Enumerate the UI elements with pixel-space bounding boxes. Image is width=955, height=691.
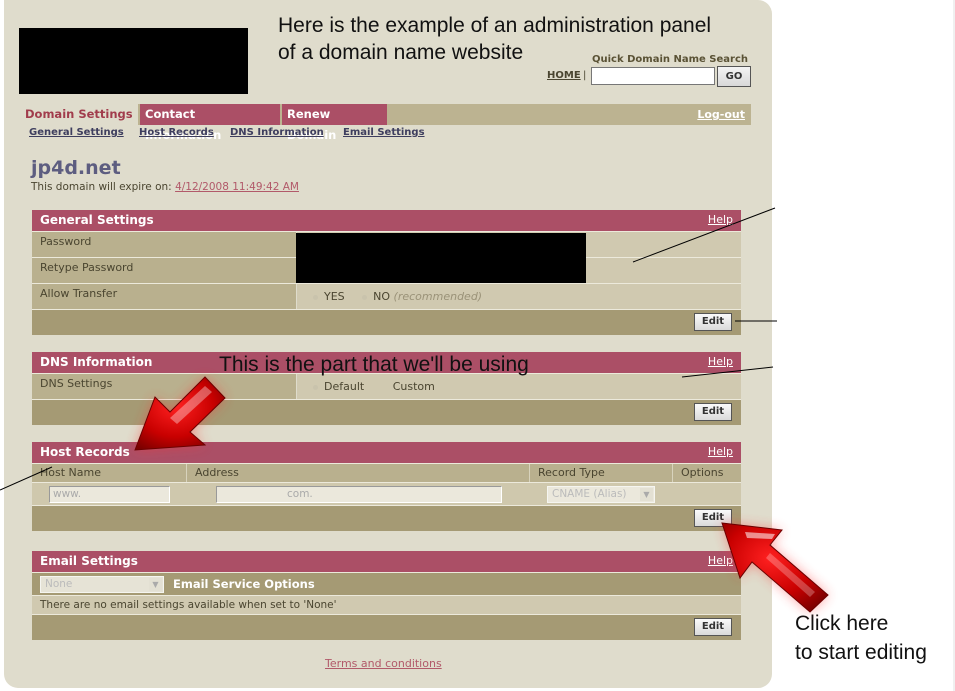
expiration-info: This domain will expire on: 4/12/2008 11… <box>31 181 299 193</box>
allow-transfer-options: YES NO (recommended) <box>297 284 741 309</box>
recommended-note: (recommended) <box>393 290 483 303</box>
column-address: Address <box>187 464 530 482</box>
annotation-top-line1: Here is the example of an administration… <box>278 14 712 37</box>
annotation-middle: This is the part that we'll be using <box>219 353 529 376</box>
record-type-select[interactable]: CNAME (Alias) ▼ <box>547 486 655 503</box>
general-settings-edit-button[interactable]: Edit <box>694 313 732 331</box>
general-settings-title: General Settings <box>40 213 154 227</box>
no-radio[interactable] <box>362 294 368 300</box>
host-records-footer: Edit <box>32 505 741 531</box>
annotation-bottom-line1: Click here <box>795 612 889 635</box>
subnav-host-records[interactable]: Host Records <box>139 127 214 138</box>
logout-link[interactable]: Log-out <box>697 104 745 125</box>
column-options: Options <box>681 466 724 479</box>
host-records-title: Host Records <box>40 445 130 459</box>
address-input[interactable]: com. <box>216 486 502 503</box>
column-record-type: Record Type <box>530 464 673 482</box>
host-records-column-headers: Host Name Address Record Type Options <box>32 463 741 482</box>
tab-contact-information[interactable]: Contact Information <box>140 104 280 142</box>
email-service-options-label: Email Service Options <box>173 577 315 591</box>
allow-transfer-label: Allow Transfer <box>32 284 296 309</box>
expire-prefix: This domain will expire on: <box>31 181 172 193</box>
retype-password-label: Retype Password <box>32 258 296 283</box>
chevron-down-icon: ▼ <box>640 488 653 501</box>
dns-information-footer: Edit <box>32 399 741 425</box>
domain-search-input[interactable] <box>591 67 715 85</box>
go-button[interactable]: GO <box>717 66 751 87</box>
domain-name: jp4d.net <box>31 157 121 179</box>
tab-domain-settings[interactable]: Domain Settings <box>20 104 138 125</box>
email-service-select[interactable]: None ▼ <box>40 576 164 593</box>
default-label: Default <box>324 380 365 393</box>
host-records-section: Host Records Help Host Name Address Reco… <box>32 442 741 531</box>
custom-label: Custom <box>392 380 435 393</box>
email-settings-help-link[interactable]: Help <box>708 550 733 571</box>
separator: | <box>583 70 587 81</box>
terms-link[interactable]: Terms and conditions <box>325 657 442 670</box>
host-records-header: Host Records Help <box>32 442 741 463</box>
host-records-edit-button[interactable]: Edit <box>694 509 732 527</box>
dns-information-edit-button[interactable]: Edit <box>694 403 732 421</box>
record-type-value: CNAME (Alias) <box>552 488 627 500</box>
yes-label: YES <box>324 290 345 303</box>
email-service-value: None <box>45 578 73 590</box>
dns-information-help-link[interactable]: Help <box>708 351 733 372</box>
subnav-email-settings[interactable]: Email Settings <box>343 127 425 138</box>
subnav-general-settings[interactable]: General Settings <box>29 127 124 138</box>
chevron-down-icon: ▼ <box>149 578 162 591</box>
email-settings-message: There are no email settings available wh… <box>32 595 741 614</box>
general-settings-footer: Edit <box>32 309 741 335</box>
host-records-help-link[interactable]: Help <box>708 441 733 462</box>
no-label: NO <box>373 290 391 303</box>
annotation-bottom-line2: to start editing <box>795 641 927 664</box>
annotation-bottom: Click here to start editing <box>795 609 927 667</box>
host-name-input[interactable]: www. <box>49 486 170 503</box>
tab-bar: Domain Settings Contact Information Rene… <box>20 104 751 142</box>
home-link[interactable]: HOME <box>547 70 581 81</box>
column-host-name: Host Name <box>32 464 187 482</box>
tab-renew-domain[interactable]: Renew Domain <box>282 104 387 142</box>
yes-radio[interactable] <box>313 294 318 300</box>
dns-information-title: DNS Information <box>40 355 153 369</box>
email-settings-footer: Edit <box>32 614 741 640</box>
email-service-row: None ▼ Email Service Options <box>32 572 741 595</box>
expire-date-link[interactable]: 4/12/2008 11:49:42 AM <box>175 181 299 193</box>
password-label: Password <box>32 232 296 257</box>
email-settings-header: Email Settings Help <box>32 551 741 572</box>
redacted-logo <box>19 28 248 94</box>
general-settings-help-link[interactable]: Help <box>708 209 733 230</box>
email-settings-title: Email Settings <box>40 554 138 568</box>
email-settings-section: Email Settings Help None ▼ Email Service… <box>32 551 741 640</box>
allow-transfer-row: Allow Transfer YES NO (recommended) <box>32 283 741 309</box>
default-radio[interactable] <box>313 384 318 390</box>
quick-search-label: Quick Domain Name Search <box>592 54 748 65</box>
host-record-row: www. com. CNAME (Alias) ▼ <box>32 482 741 505</box>
redacted-password <box>296 233 586 283</box>
email-settings-edit-button[interactable]: Edit <box>694 618 732 636</box>
subnav-dns-information[interactable]: DNS Information <box>230 127 324 138</box>
general-settings-header: General Settings Help <box>32 210 741 231</box>
